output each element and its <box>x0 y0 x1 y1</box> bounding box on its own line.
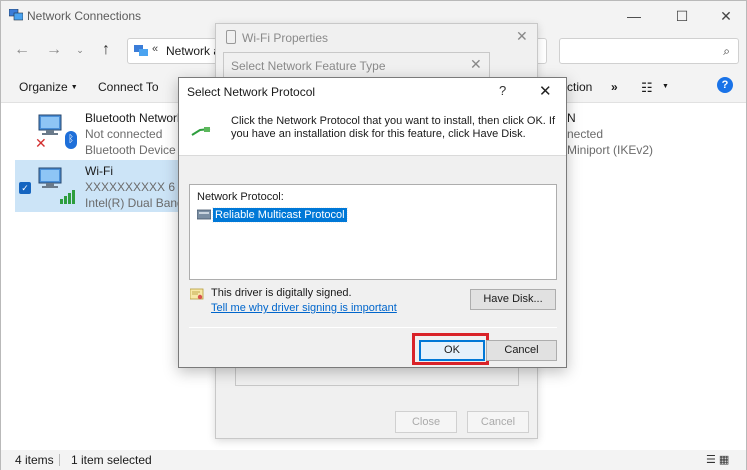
select-network-protocol-dialog: Select Network Protocol ? ✕ Click the Ne… <box>178 77 567 368</box>
search-input[interactable]: ⌕ <box>559 38 739 64</box>
driver-signing-link[interactable]: Tell me why driver signing is important <box>211 302 397 314</box>
up-arrow-icon[interactable]: ↑ <box>95 40 117 60</box>
diagnose-connection-button[interactable]: ction <box>567 80 592 94</box>
ok-button[interactable]: OK <box>419 340 485 361</box>
organize-menu[interactable]: Organize ▼ <box>19 80 78 94</box>
close-icon[interactable]: ✕ <box>516 28 528 45</box>
bluetooth-icon: ᛒ <box>65 131 77 149</box>
connection-name: Wi-Fi <box>85 164 113 178</box>
close-icon[interactable]: ✕ <box>539 82 552 100</box>
view-toggle-icons[interactable]: ☰ ▦ <box>706 453 729 466</box>
instruction-text: Click the Network Protocol that you want… <box>231 115 556 140</box>
cancel-button[interactable]: Cancel <box>467 411 529 433</box>
feature-type-dialog: Select Network Feature Type ✕ <box>223 52 490 78</box>
dialog-header: Click the Network Protocol that you want… <box>179 105 566 156</box>
status-divider <box>59 454 60 466</box>
connection-item-vpn[interactable]: N nected Miniport (IKEv2) <box>567 110 653 158</box>
view-options-caret-icon[interactable]: ▼ <box>662 83 669 90</box>
cancel-button[interactable]: Cancel <box>486 340 557 361</box>
protocol-icon <box>197 209 211 220</box>
maximize-button[interactable]: ☐ <box>660 1 704 31</box>
list-item[interactable]: Reliable Multicast Protocol <box>197 206 348 223</box>
organize-label: Organize <box>19 80 68 94</box>
back-arrow-icon[interactable]: ← <box>11 40 33 60</box>
connection-status: nected <box>567 127 604 141</box>
network-connections-icon <box>9 9 23 21</box>
search-icon: ⌕ <box>723 44 730 58</box>
connection-status: XXXXXXXXXX 6 <box>85 180 176 194</box>
close-icon[interactable]: ✕ <box>470 56 482 73</box>
wifi-adapter-icon <box>226 30 236 44</box>
forward-arrow-icon[interactable]: → <box>43 40 65 60</box>
connect-to-button[interactable]: Connect To <box>98 80 159 94</box>
selection-count: 1 item selected <box>71 453 152 467</box>
signal-bars-icon <box>60 190 75 204</box>
list-header: Network Protocol: <box>197 191 284 203</box>
disconnected-x-icon: ✕ <box>35 135 47 151</box>
change-view-icon[interactable]: ☷ <box>641 80 653 96</box>
dialog-title: Select Network Protocol <box>187 85 316 99</box>
connection-name: N <box>567 111 576 125</box>
selected-checkbox-icon[interactable]: ✓ <box>19 182 31 194</box>
close-button[interactable]: Close <box>395 411 457 433</box>
item-count: 4 items <box>15 453 54 467</box>
dialog-title: Select Network Feature Type <box>231 59 386 73</box>
divider <box>189 327 557 328</box>
connection-status: Not connected <box>85 127 163 141</box>
driver-signed-text: This driver is digitally signed. <box>211 287 352 299</box>
network-cable-icon <box>191 127 211 136</box>
window-title: Network Connections <box>27 9 142 23</box>
caret-down-icon: ▼ <box>70 84 78 91</box>
help-button[interactable]: ? <box>499 83 506 98</box>
help-icon[interactable]: ? <box>717 77 733 93</box>
dialog-title: Wi-Fi Properties <box>242 31 329 45</box>
minimize-button[interactable]: — <box>612 1 656 31</box>
protocol-label: Reliable Multicast Protocol <box>212 206 348 223</box>
status-bar: 4 items 1 item selected ☰ ▦ <box>1 450 746 470</box>
connection-device: Miniport (IKEv2) <box>567 143 654 157</box>
dialog-title-bar: Select Network Protocol ? ✕ <box>179 78 566 105</box>
close-window-button[interactable]: ✕ <box>704 1 747 31</box>
have-disk-button[interactable]: Have Disk... <box>470 289 556 310</box>
more-commands-chevron-icon[interactable]: » <box>611 80 618 94</box>
certificate-icon <box>190 288 204 300</box>
recent-locations-chevron-icon[interactable]: ⌄ <box>69 40 91 60</box>
breadcrumb-overflow-icon[interactable]: « <box>152 43 158 55</box>
network-folder-icon <box>134 45 148 56</box>
protocol-list[interactable]: Network Protocol: Reliable Multicast Pro… <box>189 184 557 280</box>
